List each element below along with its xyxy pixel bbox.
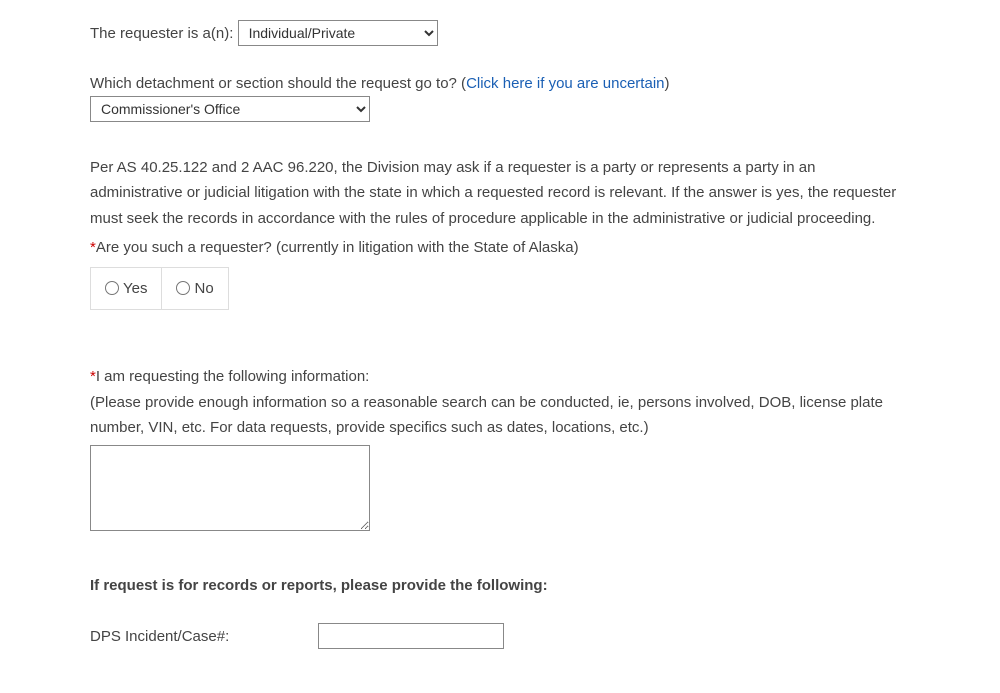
litigation-radio-group: Yes No bbox=[90, 267, 229, 311]
detachment-label: Which detachment or section should the r… bbox=[90, 75, 466, 92]
detachment-label-end: ) bbox=[665, 75, 670, 92]
incident-case-label: DPS Incident/Case#: bbox=[90, 624, 314, 650]
yes-label: Yes bbox=[123, 276, 147, 302]
records-header-section: If request is for records or reports, pl… bbox=[90, 573, 910, 599]
request-info-hint: (Please provide enough information so a … bbox=[90, 390, 910, 441]
incident-case-input[interactable] bbox=[318, 623, 504, 649]
request-info-section: *I am requesting the following informati… bbox=[90, 364, 910, 539]
litigation-section: Per AS 40.25.122 and 2 AAC 96.220, the D… bbox=[90, 155, 910, 311]
no-label: No bbox=[194, 276, 213, 302]
uncertain-link[interactable]: Click here if you are uncertain bbox=[466, 75, 664, 92]
litigation-yes-radio[interactable] bbox=[105, 281, 119, 295]
request-info-label: I am requesting the following informatio… bbox=[96, 368, 369, 385]
detachment-field: Which detachment or section should the r… bbox=[90, 71, 910, 123]
requester-type-select[interactable]: Individual/Private bbox=[238, 20, 438, 46]
request-info-textarea[interactable] bbox=[90, 445, 370, 531]
litigation-no-radio[interactable] bbox=[176, 281, 190, 295]
requester-type-label: The requester is a(n): bbox=[90, 25, 233, 42]
records-header: If request is for records or reports, pl… bbox=[90, 577, 548, 594]
litigation-no-option[interactable]: No bbox=[161, 268, 227, 310]
incident-case-field: DPS Incident/Case#: bbox=[90, 623, 910, 650]
litigation-question: Are you such a requester? (currently in … bbox=[96, 239, 579, 256]
litigation-paragraph: Per AS 40.25.122 and 2 AAC 96.220, the D… bbox=[90, 155, 910, 232]
litigation-yes-option[interactable]: Yes bbox=[91, 268, 161, 310]
detachment-select[interactable]: Commissioner's Office bbox=[90, 96, 370, 122]
requester-type-field: The requester is a(n): Individual/Privat… bbox=[90, 20, 910, 47]
